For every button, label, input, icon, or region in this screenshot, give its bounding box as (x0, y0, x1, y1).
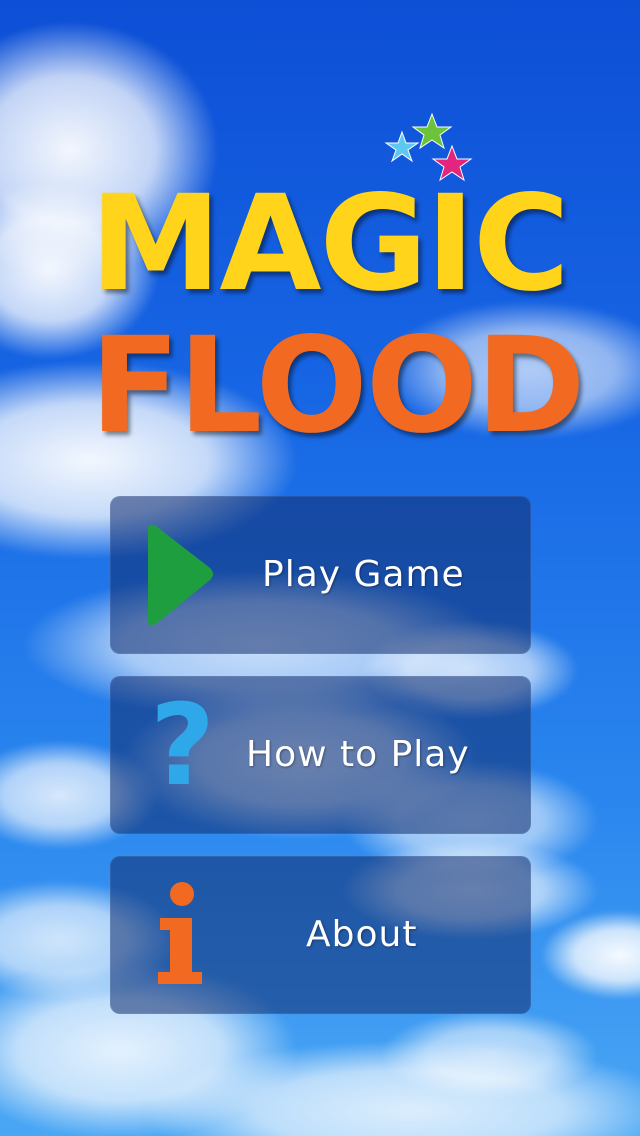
info-icon (158, 882, 202, 984)
play-game-button[interactable]: Play Game (110, 496, 531, 654)
about-label: About (306, 914, 418, 955)
game-logo: MAGIC FLOOD (80, 110, 586, 460)
main-menu-screen: MAGIC FLOOD Play Game ? How to Play Abou… (0, 0, 640, 1136)
logo-title-magic: MAGIC (90, 167, 570, 321)
logo-title-flood: FLOOD (90, 309, 586, 463)
how-to-play-button[interactable]: ? How to Play (110, 676, 531, 834)
play-game-label: Play Game (262, 554, 465, 595)
play-icon (148, 524, 213, 626)
question-mark-icon: ? (150, 681, 215, 811)
about-button[interactable]: About (110, 856, 531, 1014)
how-to-play-label: How to Play (246, 734, 470, 775)
cloud (380, 1010, 600, 1100)
